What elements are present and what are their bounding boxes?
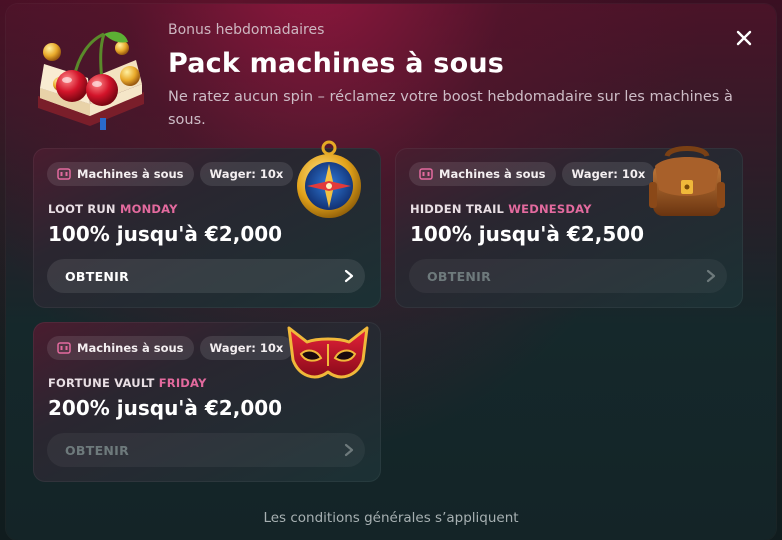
offer-name: LOOT RUN MONDAY	[48, 202, 178, 216]
category-tag-label: Machines à sous	[77, 167, 184, 181]
offer-name-day: WEDNESDAY	[508, 202, 592, 216]
modal-subtitle: Bonus hebdomadaires	[168, 22, 325, 38]
slot-machine-icon	[57, 342, 71, 354]
chevron-right-icon	[344, 269, 354, 283]
claim-button-label: OBTENIR	[65, 442, 130, 458]
chevron-right-icon	[344, 443, 354, 457]
wager-tag: Wager: 10x	[199, 336, 294, 360]
modal-description: Ne ratez aucun spin – réclamez votre boo…	[168, 89, 733, 128]
close-icon	[736, 30, 752, 46]
claim-button-label: OBTENIR	[427, 268, 492, 284]
offer-name: HIDDEN TRAIL WEDNESDAY	[410, 202, 592, 216]
wager-tag-label: Wager: 10x	[209, 167, 284, 181]
weekly-bonus-modal: Bonus hebdomadaires Pack machines à sous…	[6, 4, 776, 540]
offer-card-wednesday: Machines à sous Wager: 10x HIDDEN TRAIL …	[395, 146, 743, 308]
modal-title: Pack machines à sous	[168, 48, 505, 79]
close-button[interactable]	[730, 24, 758, 52]
offer-card-friday: Machines à sous Wager: 10x FORTUNE VAULT…	[33, 322, 381, 482]
offer-name-day: FRIDAY	[158, 376, 207, 390]
offer-amount: 100% jusqu'à €2,500	[410, 222, 645, 246]
category-tag: Machines à sous	[409, 162, 556, 186]
offer-name-prefix: HIDDEN TRAIL	[410, 202, 509, 216]
mask-icon	[283, 320, 373, 396]
category-tag-label: Machines à sous	[439, 167, 546, 181]
chevron-right-icon	[706, 269, 716, 283]
wager-tag-label: Wager: 10x	[571, 167, 646, 181]
wager-tag: Wager: 10x	[561, 162, 656, 186]
slot-machine-icon	[57, 168, 71, 180]
category-tag: Machines à sous	[47, 162, 194, 186]
terms-link[interactable]: Les conditions générales s’appliquent	[6, 510, 776, 526]
wager-tag-label: Wager: 10x	[209, 341, 284, 355]
claim-button-wednesday[interactable]: OBTENIR	[409, 259, 727, 293]
offer-amount: 100% jusqu'à €2,000	[48, 222, 283, 246]
offer-name-prefix: FORTUNE VAULT	[48, 376, 159, 390]
claim-button-monday[interactable]: OBTENIR	[47, 259, 365, 293]
offer-name-day: MONDAY	[119, 202, 178, 216]
offer-amount: 200% jusqu'à €2,000	[48, 396, 283, 420]
claim-button-label: OBTENIR	[65, 268, 130, 284]
wager-tag: Wager: 10x	[199, 162, 294, 186]
satchel-icon	[645, 142, 729, 226]
claim-button-friday[interactable]: OBTENIR	[47, 433, 365, 467]
slot-machine-icon	[419, 168, 433, 180]
offer-name: FORTUNE VAULT FRIDAY	[48, 376, 207, 390]
category-tag-label: Machines à sous	[77, 341, 184, 355]
cherry-book-icon	[30, 26, 152, 130]
compass-icon	[289, 140, 371, 226]
offer-name-prefix: LOOT RUN	[48, 202, 120, 216]
category-tag: Machines à sous	[47, 336, 194, 360]
offer-card-monday: Machines à sous Wager: 10x LOOT RUN MOND…	[33, 140, 381, 308]
